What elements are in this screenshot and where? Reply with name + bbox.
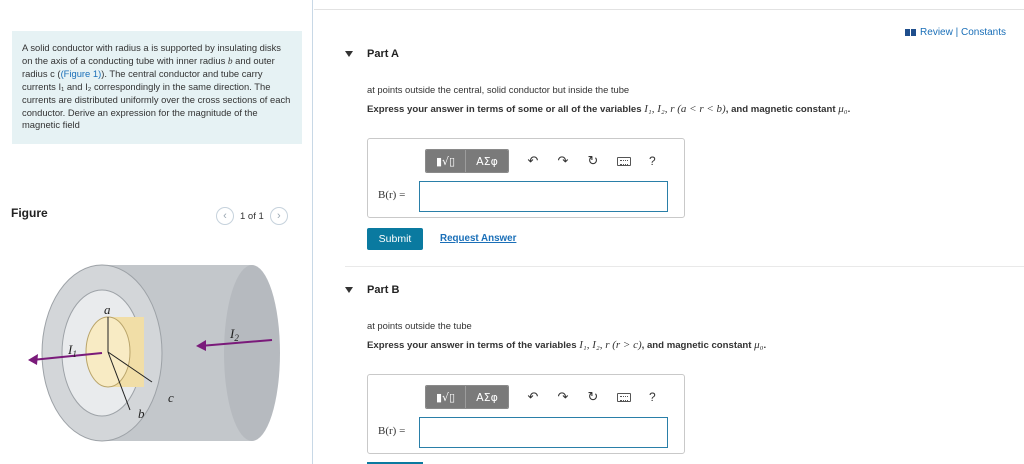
part-a-instruction: Express your answer in terms of some or … <box>367 103 851 115</box>
figure-link[interactable]: (Figure 1) <box>61 68 102 79</box>
reset-icon[interactable]: ↻ <box>587 154 599 169</box>
submit-button[interactable]: Submit <box>367 228 423 250</box>
coaxial-conductor-figure: a b c I1 I2 <box>28 264 280 442</box>
figure-pager: ‹ 1 of 1 › <box>216 207 288 225</box>
current-I1-arrowhead <box>28 354 38 365</box>
help-button[interactable]: ? <box>649 154 656 168</box>
templates-button[interactable]: ▮√▯ <box>426 150 466 172</box>
problem-statement: A solid conductor with radius a is suppo… <box>12 31 302 144</box>
math-toolbar: ▮√▯ ΑΣφ ↶ ↷ ↻ ? <box>425 385 656 409</box>
part-a-answer-box: ▮√▯ ΑΣφ ↶ ↷ ↻ ? B(r) = <box>367 138 685 218</box>
part-b-instruction: Express your answer in terms of the vari… <box>367 339 767 351</box>
template-buttons: ▮√▯ ΑΣφ <box>425 385 509 409</box>
label-b: b <box>138 406 145 421</box>
tube-back-end <box>224 265 280 441</box>
pager-text: 1 of 1 <box>240 210 264 222</box>
template-buttons: ▮√▯ ΑΣφ <box>425 149 509 173</box>
greek-symbols-button[interactable]: ΑΣφ <box>466 386 508 408</box>
math-toolbar: ▮√▯ ΑΣφ ↶ ↷ ↻ ? <box>425 149 656 173</box>
part-b-eq-label: B(r) = <box>378 425 406 437</box>
help-button[interactable]: ? <box>649 390 656 404</box>
review-constants-link[interactable]: Review | Constants <box>905 27 1006 38</box>
part-b-title: Part B <box>367 284 400 296</box>
label-a: a <box>104 302 111 317</box>
part-b-answer-input[interactable] <box>419 417 668 448</box>
part-a-eq-label: B(r) = <box>378 189 406 201</box>
review-label: Review | Constants <box>920 27 1006 38</box>
chevron-left-icon[interactable]: ‹ <box>216 207 234 225</box>
part-a-condition: at points outside the central, solid con… <box>367 84 630 95</box>
book-icon <box>905 29 917 36</box>
greek-symbols-button[interactable]: ΑΣφ <box>466 150 508 172</box>
undo-icon[interactable]: ↶ <box>527 154 539 169</box>
redo-icon[interactable]: ↷ <box>557 154 569 169</box>
reset-icon[interactable]: ↻ <box>587 390 599 405</box>
keyboard-icon[interactable] <box>617 156 631 166</box>
templates-button[interactable]: ▮√▯ <box>426 386 466 408</box>
keyboard-icon[interactable] <box>617 392 631 402</box>
part-a-answer-input[interactable] <box>419 181 668 212</box>
caret-down-icon <box>345 287 353 293</box>
caret-down-icon <box>345 51 353 57</box>
part-b-answer-box: ▮√▯ ΑΣφ ↶ ↷ ↻ ? B(r) = <box>367 374 685 454</box>
chevron-right-icon[interactable]: › <box>269 207 288 225</box>
figure-heading: Figure <box>11 206 48 220</box>
part-b-header[interactable]: Part B <box>345 284 399 296</box>
part-divider <box>345 266 1024 267</box>
part-a-title: Part A <box>367 48 399 60</box>
part-a-header[interactable]: Part A <box>345 48 399 60</box>
label-c: c <box>168 390 174 405</box>
top-divider <box>314 9 1024 10</box>
undo-icon[interactable]: ↶ <box>527 390 539 405</box>
redo-icon[interactable]: ↷ <box>557 390 569 405</box>
left-panel: A solid conductor with radius a is suppo… <box>0 0 313 464</box>
part-b-condition: at points outside the tube <box>367 320 472 331</box>
request-answer-link[interactable]: Request Answer <box>440 233 516 244</box>
